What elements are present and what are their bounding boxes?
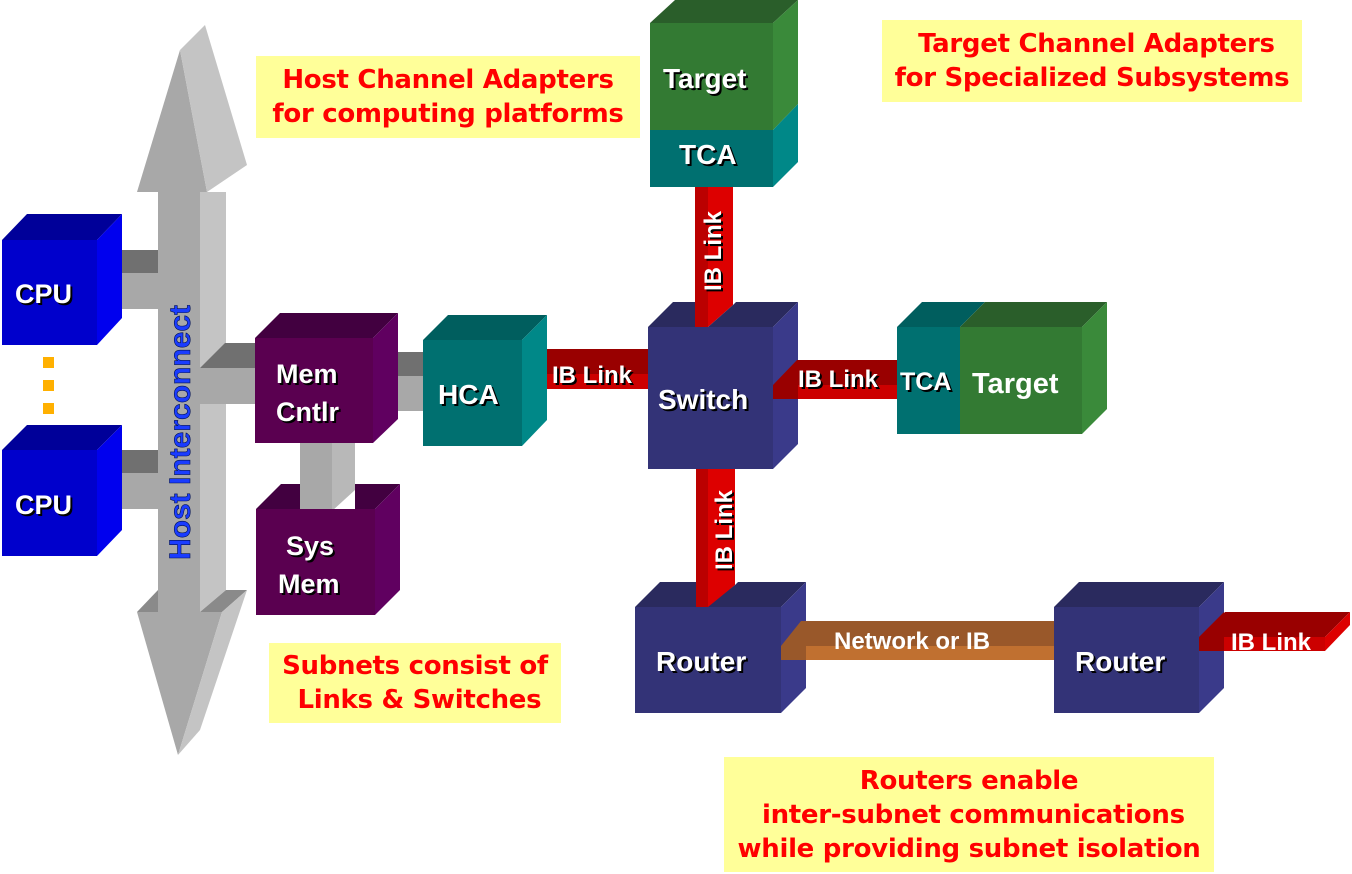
- right-target-label: Target: [972, 368, 1059, 400]
- right-tca-label: TCA: [900, 368, 951, 396]
- note-routers: Routers enable inter-subnet communicatio…: [724, 757, 1214, 872]
- memctl-sysmem-connector: [300, 443, 332, 511]
- ib-link-label: IB Link: [798, 366, 879, 393]
- cpu-label: CPU: [15, 279, 72, 309]
- switch-label: Switch: [658, 384, 748, 415]
- top-tca-label: TCA: [679, 139, 737, 170]
- ib-link-label: IB Link: [700, 210, 727, 291]
- ellipsis-icon: [43, 357, 54, 414]
- top-target-label: Target: [663, 63, 747, 94]
- cpu-label: CPU: [15, 490, 72, 520]
- sysmem-label-2: Mem: [278, 569, 340, 599]
- note-host-channel-adapters: Host Channel Adapters for computing plat…: [256, 56, 640, 138]
- memctl-label-1: Mem: [276, 359, 338, 389]
- sysmem-label-1: Sys: [286, 531, 334, 561]
- host-interconnect-label: Host Interconnect: [164, 305, 197, 560]
- ib-link-label: IB Link: [1231, 629, 1312, 656]
- ib-link-label: IB Link: [711, 489, 738, 570]
- note-subnets: Subnets consist of Links & Switches: [269, 643, 561, 723]
- ib-link-label: IB Link: [552, 362, 633, 389]
- note-target-channel-adapters: Target Channel Adapters for Specialized …: [882, 20, 1302, 102]
- network-link-label: Network or IB: [834, 628, 990, 655]
- hca-label: HCA: [438, 379, 499, 410]
- router-label-1: Router: [656, 646, 746, 677]
- router-label-2: Router: [1075, 646, 1165, 677]
- memctl-label-2: Cntlr: [276, 397, 339, 427]
- infiniband-diagram: Host Interconnect CPU CPU CPU CPU Mem Me…: [2, 0, 1350, 755]
